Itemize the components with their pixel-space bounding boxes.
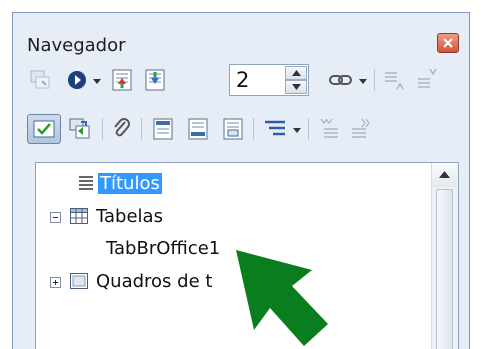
scroll-thumb[interactable] (436, 189, 453, 349)
toolbar-separator (308, 118, 309, 140)
demote-level-icon[interactable] (415, 67, 437, 91)
link-dropdown-icon[interactable] (359, 79, 367, 84)
tree-item-titles[interactable]: Títulos (36, 170, 434, 198)
promote-level-icon[interactable] (382, 69, 404, 91)
title-bar: Navegador (13, 13, 469, 59)
collapse-icon[interactable] (50, 212, 61, 223)
tree-item-tables[interactable]: Tabelas (36, 203, 434, 231)
move-chapter-down-icon[interactable] (350, 117, 374, 141)
header-icon[interactable] (152, 117, 174, 141)
toolbar-separator (374, 69, 375, 91)
close-button[interactable] (437, 33, 459, 53)
chevron-up-icon (439, 171, 450, 178)
tree-item-label: Quadros de t (96, 271, 213, 292)
previous-icon[interactable] (110, 68, 134, 92)
heading-levels-dropdown-icon[interactable] (293, 128, 301, 133)
tree-item-label: Títulos (98, 173, 162, 194)
paperclip-icon[interactable] (111, 117, 133, 141)
table-icon (70, 208, 88, 224)
headings-icon (78, 175, 94, 191)
chevron-down-icon (292, 84, 301, 90)
link-icon[interactable] (328, 70, 354, 90)
expand-icon[interactable] (50, 277, 61, 288)
content-view-icon (33, 118, 55, 140)
toggle-view-icon[interactable] (29, 69, 51, 91)
green-arrow-icon (236, 250, 328, 346)
scroll-up-button[interactable] (432, 163, 457, 187)
heading-levels-icon[interactable] (263, 118, 287, 140)
vertical-scrollbar[interactable] (431, 163, 458, 349)
chevron-up-icon (292, 70, 301, 76)
anchor-icon[interactable] (222, 117, 244, 141)
page-number-field[interactable]: 2 (229, 64, 309, 96)
frame-icon (70, 273, 88, 289)
set-reminder-icon[interactable] (68, 117, 92, 141)
close-icon (443, 38, 453, 48)
page-number-value: 2 (236, 68, 250, 92)
next-icon[interactable] (143, 68, 167, 92)
spin-up-button[interactable] (285, 66, 307, 80)
footer-icon[interactable] (187, 117, 209, 141)
toolbar-separator (102, 118, 103, 140)
toolbar-separator (141, 118, 142, 140)
navigation-icon[interactable] (66, 69, 88, 91)
navigation-dropdown-icon[interactable] (93, 79, 101, 84)
toolbar-separator (253, 118, 254, 140)
window-title: Navegador (27, 35, 126, 56)
move-chapter-up-icon[interactable] (318, 117, 342, 141)
tree-item-label: TabBrOffice1 (106, 238, 221, 259)
spin-down-button[interactable] (285, 80, 307, 94)
tree-item-label: Tabelas (96, 206, 163, 227)
